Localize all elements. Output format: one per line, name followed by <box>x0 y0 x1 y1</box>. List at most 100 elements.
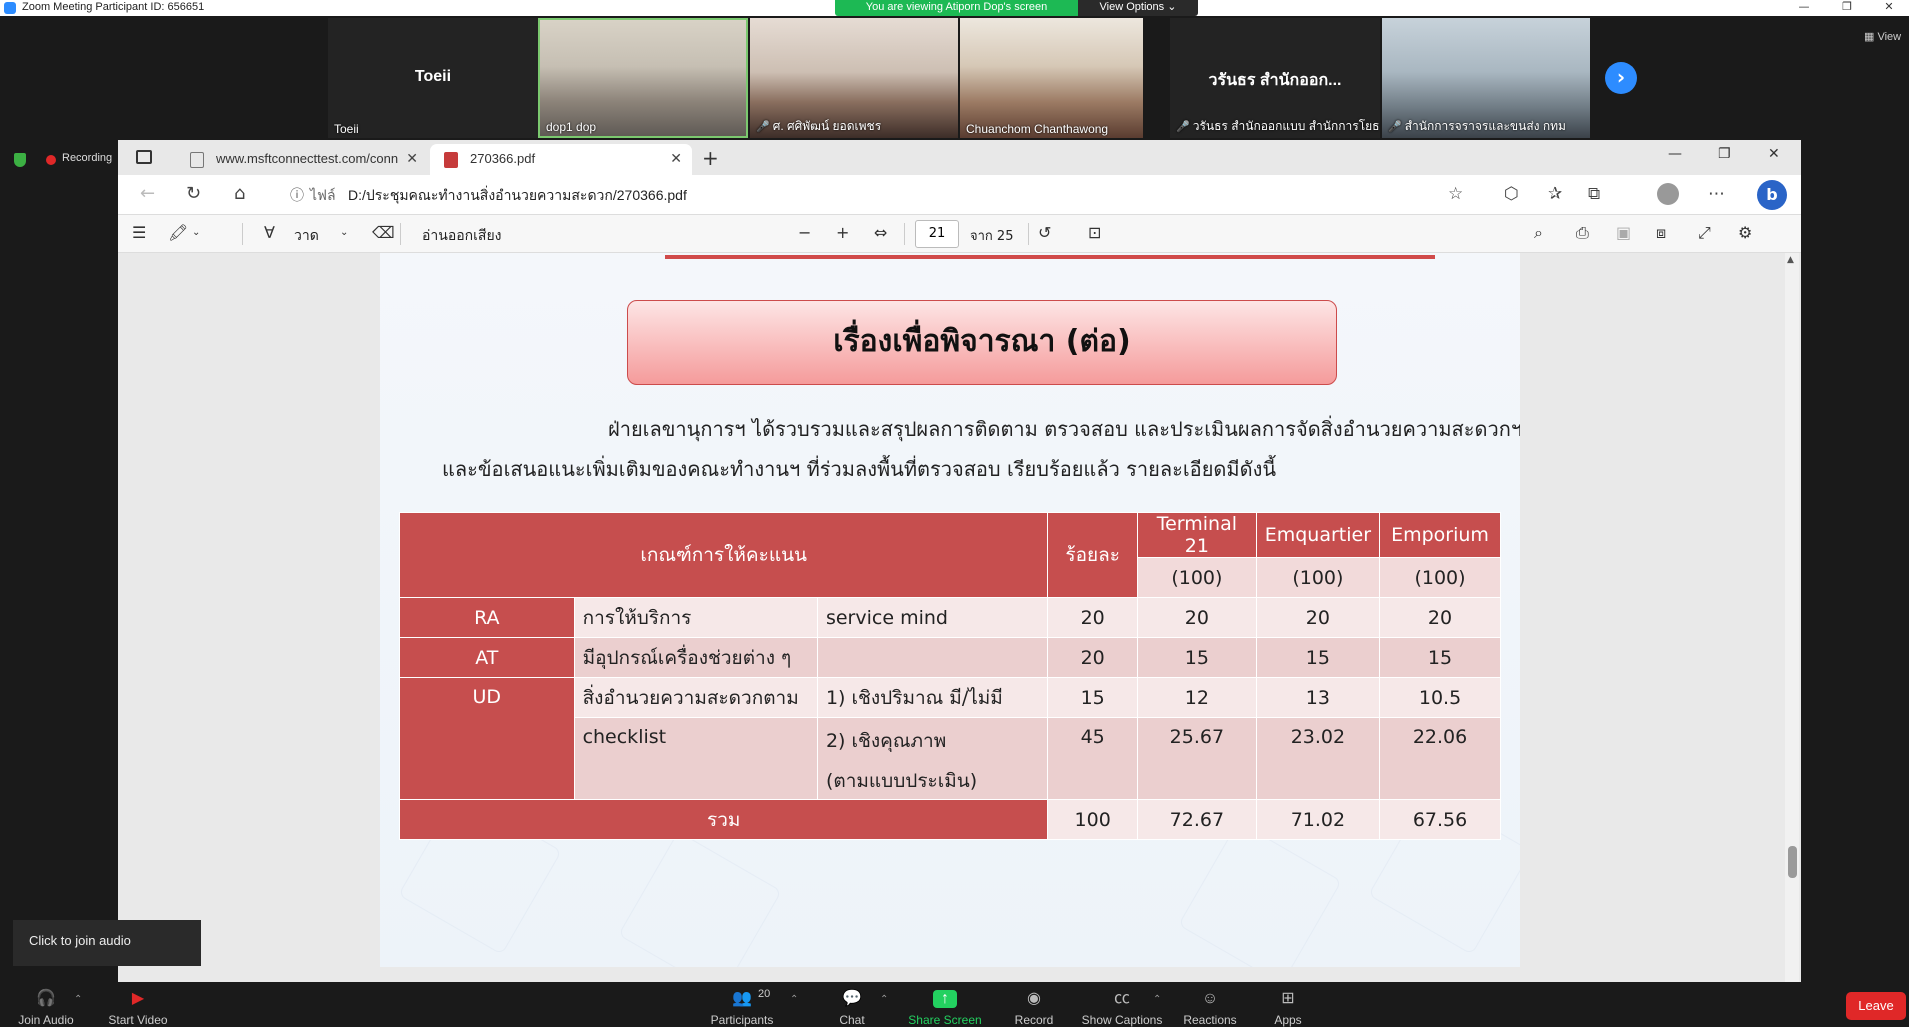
scroll-up-icon[interactable]: ▲ <box>1787 255 1794 265</box>
pdf-toolbar: ☰ 🖍 ⌄ ∀ วาด ⌄ ⌫ อ่านออกเสียง − + ⇔ 21 จา… <box>118 215 1801 253</box>
contents-icon[interactable]: ☰ <box>132 223 146 242</box>
back-icon[interactable]: ← <box>140 183 155 204</box>
participants-icon: 👥 <box>732 990 752 1007</box>
row-percent: 20 <box>1047 597 1138 638</box>
close-tab-icon[interactable]: ✕ <box>670 150 682 167</box>
table-row: AT มีอุปกรณ์เครื่องช่วยต่าง ๆ 20 15 15 1… <box>399 637 1501 678</box>
collections-icon[interactable]: ⧉ <box>1588 184 1600 204</box>
chevron-up-icon[interactable]: ⌃ <box>74 994 82 1005</box>
close-icon[interactable]: ✕ <box>1768 146 1780 162</box>
close-icon[interactable]: ✕ <box>1870 0 1908 16</box>
chat-button[interactable]: 💬 Chat <box>802 984 902 1027</box>
eraser-icon[interactable]: ⌫ <box>372 223 395 242</box>
record-button[interactable]: ◉ Record <box>984 984 1084 1027</box>
video-off-icon: ▶ <box>131 990 145 1007</box>
tab-pdf[interactable]: 270366.pdf ✕ <box>430 144 692 175</box>
chevron-up-icon[interactable]: ⌃ <box>790 994 798 1005</box>
divider <box>904 223 905 245</box>
leave-button[interactable]: Leave <box>1846 992 1906 1020</box>
save-icon[interactable]: ▣ <box>1616 223 1631 242</box>
tab-msftconnecttest[interactable]: www.msftconnecttest.com/conn ✕ <box>176 144 428 175</box>
start-video-button[interactable]: ▶ Start Video <box>88 984 188 1027</box>
row-item: มีอุปกรณ์เครื่องช่วยต่าง ๆ <box>573 637 818 678</box>
row-score: 20 <box>1255 597 1381 638</box>
participant-thumbnail[interactable]: 🎤 ศ. ศศิพัฒน์ ยอดเพชร <box>750 18 958 138</box>
url-text[interactable]: D:/ประชุมคณะทำงานสิ่งอำนวยความสะดวก/2703… <box>348 185 687 207</box>
draw-icon[interactable]: ∀ <box>264 223 275 242</box>
chevron-down-icon[interactable]: ⌄ <box>340 227 348 238</box>
fit-page-icon[interactable]: ⇔ <box>874 223 887 242</box>
participant-name-large: วรันธร สำนักออก... <box>1208 72 1342 89</box>
paragraph-line-2: และข้อเสนอแนะเพิ่มเติมของคณะทำงานฯ ที่ร่… <box>442 457 1277 481</box>
draw-label[interactable]: วาด <box>294 225 319 247</box>
minimize-icon[interactable]: — <box>1668 146 1682 162</box>
refresh-icon[interactable]: ↻ <box>186 183 201 204</box>
row-code: AT <box>399 637 575 678</box>
row-percent: 20 <box>1047 637 1138 678</box>
print-icon[interactable]: ⎙ <box>1576 223 1589 243</box>
page-view-icon[interactable]: ⊡ <box>1088 223 1101 242</box>
row-score: 15 <box>1136 637 1257 678</box>
close-tab-icon[interactable]: ✕ <box>406 150 418 167</box>
info-icon[interactable]: ⓘ <box>290 185 304 205</box>
headphones-icon: 🎧 <box>36 990 56 1007</box>
paragraph-line-1: ฝ่ายเลขานุการฯ ได้รวบรวมและสรุปผลการติดต… <box>608 417 1520 441</box>
row-score: 13 <box>1255 677 1381 718</box>
rotate-icon[interactable]: ↺ <box>1038 223 1051 242</box>
participant-thumbnail[interactable]: dop1 dop <box>538 18 748 138</box>
chevron-up-icon[interactable]: ⌃ <box>880 994 888 1005</box>
search-icon[interactable]: ⌕ <box>1534 223 1543 243</box>
participant-thumbnail[interactable]: 🎤 สำนักการจราจรและขนส่ง กทม <box>1382 18 1590 138</box>
favorites-icon[interactable]: ✰ <box>1548 184 1562 204</box>
participant-thumbnail[interactable]: Toeii Toeii <box>328 18 538 138</box>
join-audio-button[interactable]: 🎧 Join Audio <box>0 984 96 1027</box>
extensions-icon[interactable]: ⬡ <box>1504 184 1519 204</box>
row-score: 10.5 <box>1379 677 1501 718</box>
mic-muted-icon: 🎤 <box>1388 121 1402 133</box>
page-number-input[interactable]: 21 <box>915 220 959 248</box>
apps-button[interactable]: ⊞ Apps <box>1238 984 1338 1027</box>
zoom-window-title: Zoom Meeting Participant ID: 656651 <box>22 1 205 13</box>
minimize-icon[interactable]: — <box>1785 0 1823 16</box>
zoom-out-icon[interactable]: − <box>798 223 811 242</box>
view-options-button[interactable]: View Options ⌄ <box>1078 0 1198 16</box>
join-audio-tooltip[interactable]: Click to join audio <box>13 920 201 966</box>
pdf-viewer[interactable]: เรื่องเพื่อพิจารณา (ต่อ) ฝ่ายเลขานุการฯ … <box>118 253 1801 982</box>
url-field[interactable]: ⓘ ไฟล์ D:/ประชุมคณะทำงานสิ่งอำนวยความสะด… <box>280 179 1480 210</box>
row-detail: service mind <box>816 597 1049 638</box>
row-percent: 45 <box>1047 717 1138 800</box>
participant-thumbnail[interactable]: Chuanchom Chanthawong <box>960 18 1143 138</box>
highlight-icon[interactable]: 🖍 <box>168 223 188 242</box>
zoom-in-icon[interactable]: + <box>836 223 849 242</box>
next-page-icon[interactable]: › <box>1605 62 1637 94</box>
profile-avatar[interactable] <box>1657 183 1679 205</box>
participants-button[interactable]: 👥 20 Participants <box>692 984 792 1027</box>
save-as-icon[interactable]: ⧈ <box>1656 223 1666 243</box>
fullscreen-icon[interactable]: ⤢ <box>1698 223 1711 243</box>
row-percent: 15 <box>1047 677 1138 718</box>
vertical-scrollbar[interactable]: ▲ <box>1785 253 1799 982</box>
tab-actions-icon[interactable] <box>136 150 152 164</box>
scroll-thumb[interactable] <box>1788 846 1797 878</box>
row-detail-line: (ตามแบบประเมิน) <box>825 770 978 792</box>
restore-icon[interactable]: ❐ <box>1718 146 1731 162</box>
more-icon[interactable]: ⋯ <box>1708 184 1725 204</box>
total-percent: 100 <box>1047 799 1138 840</box>
address-bar: ← ↻ ⌂ ⓘ ไฟล์ D:/ประชุมคณะทำงานสิ่งอำนวยค… <box>118 175 1801 215</box>
favorite-star-icon[interactable]: ☆ <box>1448 184 1463 204</box>
view-button[interactable]: ▦ View <box>1864 30 1901 43</box>
participant-thumbnail[interactable]: วรันธร สำนักออก... 🎤 วรันธร สำนักออกแบบ ส… <box>1170 18 1380 138</box>
chevron-down-icon[interactable]: ⌄ <box>192 227 200 238</box>
read-aloud-button[interactable]: อ่านออกเสียง <box>422 225 502 247</box>
participant-name: ศ. ศศิพัฒน์ ยอดเพชร <box>772 119 882 133</box>
share-screen-button[interactable]: ↑ Share Screen <box>895 984 995 1027</box>
bing-icon[interactable]: b <box>1757 180 1787 210</box>
security-shield-icon[interactable] <box>14 153 26 167</box>
restore-icon[interactable]: ❐ <box>1828 0 1866 16</box>
settings-gear-icon[interactable]: ⚙ <box>1738 223 1752 242</box>
new-tab-icon[interactable]: + <box>702 146 719 170</box>
venue-max: (100) <box>1255 557 1381 598</box>
show-captions-button[interactable]: ㏄ Show Captions <box>1072 984 1172 1027</box>
home-icon[interactable]: ⌂ <box>234 183 245 204</box>
participant-name-large: Toeii <box>414 68 452 85</box>
